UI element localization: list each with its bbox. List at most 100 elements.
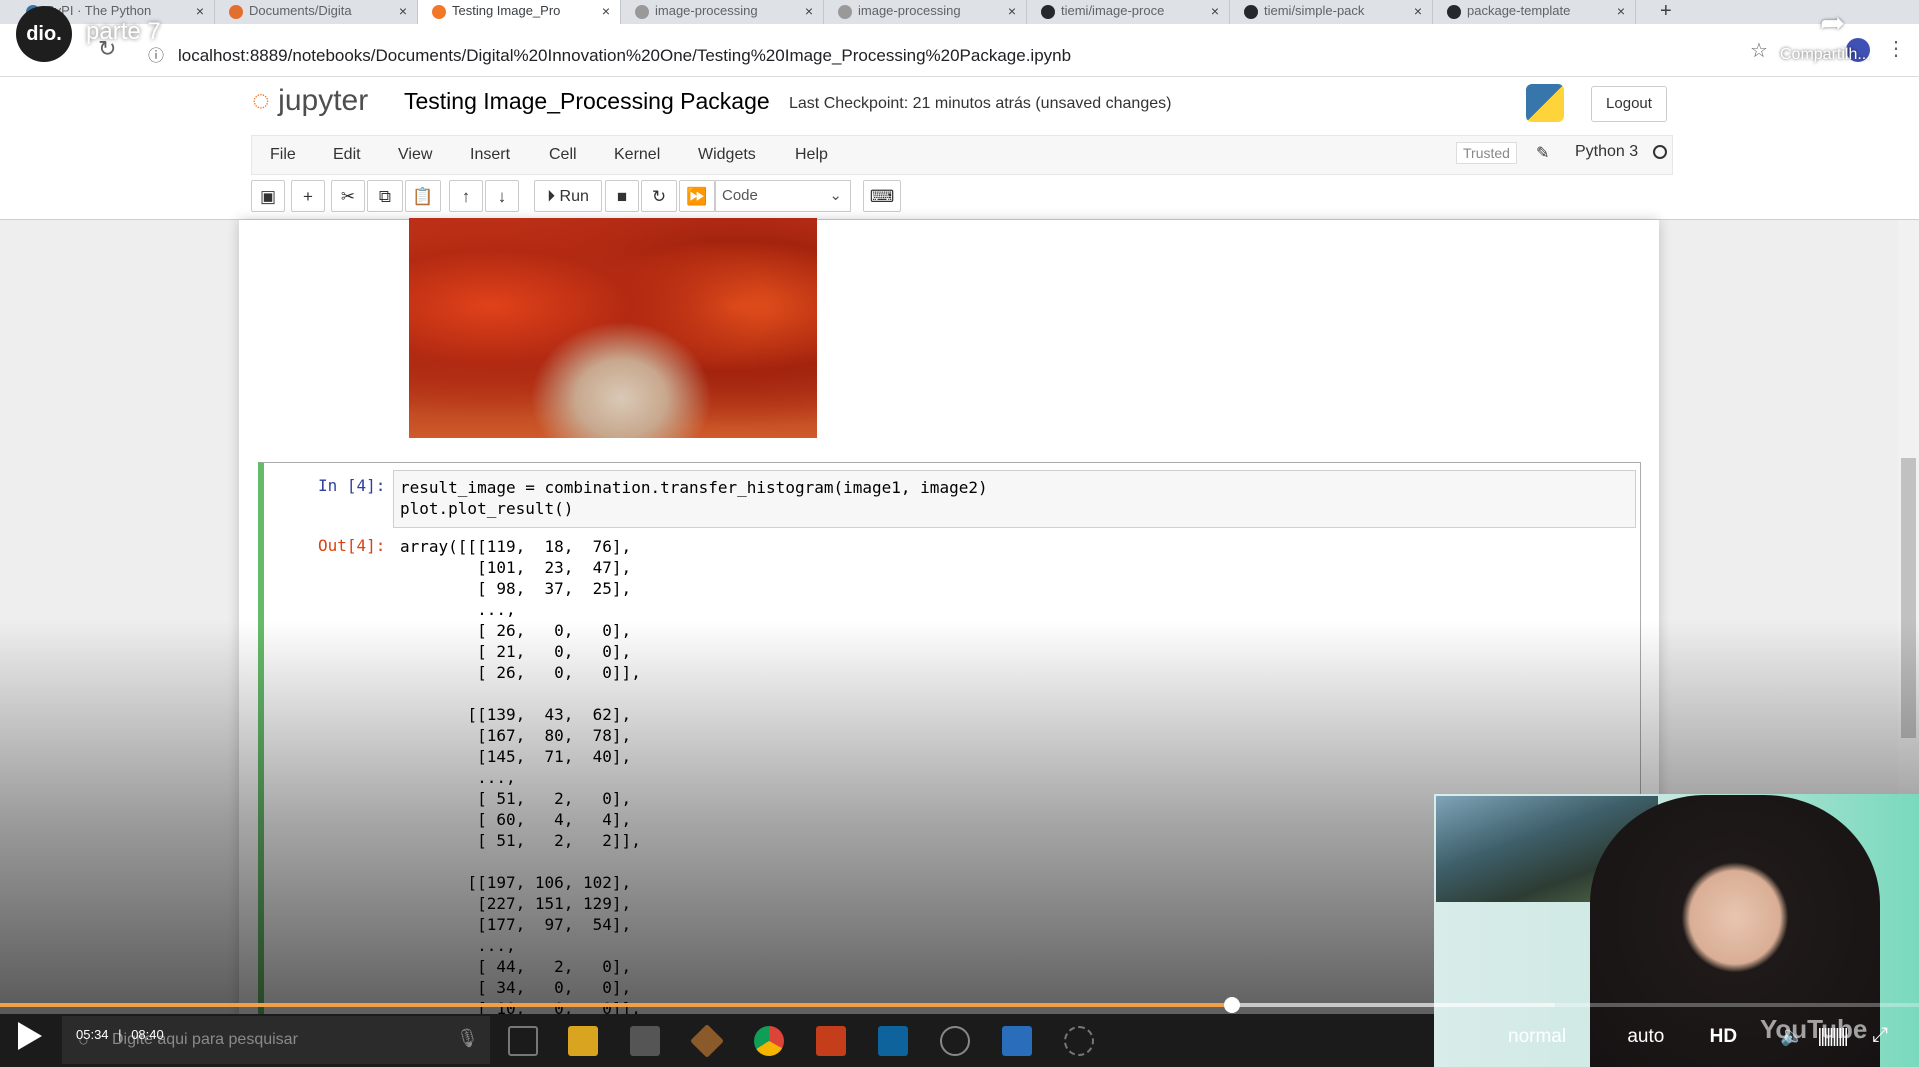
tab-label: Testing Image_Pro bbox=[452, 3, 561, 18]
cut-icon[interactable]: ✂ bbox=[331, 180, 365, 212]
browser-tab[interactable]: tiemi/simple-pack × bbox=[1230, 0, 1433, 24]
browser-tab[interactable]: image-processing × bbox=[824, 0, 1027, 24]
code-input[interactable]: result_image = combination.transfer_hist… bbox=[393, 470, 1636, 528]
tab-close-icon[interactable]: × bbox=[1008, 0, 1016, 22]
youtube-logo[interactable]: YouTube bbox=[1760, 1014, 1867, 1045]
current-time: 05:34 bbox=[76, 1027, 109, 1042]
tab-close-icon[interactable]: × bbox=[805, 0, 813, 22]
menu-insert[interactable]: Insert bbox=[470, 146, 510, 164]
tab-favicon-icon bbox=[1244, 5, 1258, 19]
tab-close-icon[interactable]: × bbox=[602, 0, 610, 22]
task-view-icon[interactable] bbox=[508, 1026, 538, 1056]
tab-close-icon[interactable]: × bbox=[399, 0, 407, 22]
menu-widgets[interactable]: Widgets bbox=[698, 146, 756, 164]
bookmark-star-icon[interactable]: ☆ bbox=[1750, 38, 1768, 63]
tab-close-icon[interactable]: × bbox=[1414, 0, 1422, 22]
chrome-icon[interactable] bbox=[754, 1026, 784, 1056]
browser-menu-icon[interactable]: ⋮ bbox=[1886, 36, 1906, 61]
play-button[interactable] bbox=[18, 1022, 42, 1050]
progress-played bbox=[0, 1003, 1232, 1007]
menu-cell[interactable]: Cell bbox=[549, 146, 577, 164]
browser-tab[interactable]: Testing Image_Pro × bbox=[418, 0, 621, 24]
save-icon[interactable]: ▣ bbox=[251, 180, 285, 212]
microphone-icon: 🎙 bbox=[456, 1028, 479, 1048]
autumn-forest-image bbox=[409, 218, 817, 438]
share-label[interactable]: Compartilh... bbox=[1780, 46, 1871, 64]
progress-scrubber[interactable] bbox=[1224, 997, 1240, 1013]
time-display: 05:34 | 08:40 bbox=[76, 1027, 164, 1042]
browser-tab[interactable]: tiemi/image-proce × bbox=[1027, 0, 1230, 24]
checkpoint-status: Last Checkpoint: 21 minutos atrás (unsav… bbox=[789, 95, 1172, 112]
menu-help[interactable]: Help bbox=[795, 146, 828, 164]
run-label: Run bbox=[559, 188, 589, 205]
jupyter-logo-icon: ◌ bbox=[252, 84, 270, 117]
fullscreen-icon[interactable]: ⤢ bbox=[1872, 1024, 1888, 1047]
trusted-badge[interactable]: Trusted bbox=[1456, 142, 1517, 164]
video-title[interactable]: parte 7 bbox=[86, 18, 161, 46]
file-explorer-icon[interactable] bbox=[568, 1026, 598, 1056]
browser-tab[interactable]: package-template × bbox=[1433, 0, 1636, 24]
tab-label: package-template bbox=[1467, 3, 1571, 18]
code-input-text[interactable]: result_image = combination.transfer_hist… bbox=[400, 477, 988, 519]
add-cell-icon[interactable]: + bbox=[291, 180, 325, 212]
tab-label: Documents/Digita bbox=[249, 3, 352, 18]
logout-button[interactable]: Logout bbox=[1591, 86, 1667, 122]
tab-favicon-icon bbox=[838, 5, 852, 19]
output-line: [101, 23, 47], bbox=[400, 558, 632, 577]
auto-option[interactable]: auto bbox=[1627, 1026, 1664, 1047]
menu-view[interactable]: View bbox=[398, 146, 432, 164]
tab-close-icon[interactable]: × bbox=[196, 0, 204, 22]
command-palette-keyboard-icon[interactable]: ⌨ bbox=[863, 180, 901, 212]
move-up-icon[interactable]: ↑ bbox=[449, 180, 483, 212]
app-round-icon[interactable] bbox=[1064, 1026, 1094, 1056]
tab-label: tiemi/image-proce bbox=[1061, 3, 1165, 18]
kernel-name: Python 3 bbox=[1575, 143, 1639, 160]
copy-icon[interactable]: ⧉ bbox=[367, 180, 403, 212]
browser-tab[interactable]: Documents/Digita × bbox=[215, 0, 418, 24]
obs-icon[interactable] bbox=[940, 1026, 970, 1056]
tab-close-icon[interactable]: × bbox=[1617, 0, 1625, 22]
browser-tab[interactable]: image-processing × bbox=[621, 0, 824, 24]
tab-favicon-icon bbox=[635, 5, 649, 19]
hd-option[interactable]: HD bbox=[1710, 1026, 1737, 1047]
restart-icon[interactable]: ↻ bbox=[641, 180, 677, 212]
edit-pencil-icon[interactable]: ✎ bbox=[1536, 143, 1549, 163]
notebook-title[interactable]: Testing Image_Processing Package bbox=[404, 88, 770, 115]
new-tab-icon[interactable]: + bbox=[1660, 0, 1672, 23]
url-text[interactable]: localhost:8889/notebooks/Documents/Digit… bbox=[178, 46, 1071, 66]
jupyter-logo[interactable]: ◌ jupyter bbox=[252, 84, 368, 118]
python-logo-icon bbox=[1526, 84, 1564, 122]
run-icon: ⏵ bbox=[547, 188, 556, 205]
menu-edit[interactable]: Edit bbox=[333, 146, 361, 164]
tab-favicon-icon bbox=[432, 5, 446, 19]
tab-close-icon[interactable]: × bbox=[1211, 0, 1219, 22]
output-line: array([[[119, 18, 76], bbox=[400, 537, 632, 556]
kernel-indicator: Python 3 bbox=[1575, 143, 1667, 161]
speed-option[interactable]: normal bbox=[1508, 1026, 1566, 1047]
output-line: ..., bbox=[400, 600, 516, 619]
jupyter-logo-text: jupyter bbox=[278, 84, 369, 117]
tab-favicon-icon bbox=[1447, 5, 1461, 19]
kernel-status-icon bbox=[1652, 144, 1667, 159]
restart-run-all-icon[interactable]: ⏩ bbox=[679, 180, 715, 212]
tab-favicon-icon bbox=[229, 5, 243, 19]
powerpoint-icon[interactable] bbox=[816, 1026, 846, 1056]
output-prompt: Out[4]: bbox=[318, 536, 386, 555]
store-icon[interactable] bbox=[630, 1026, 660, 1056]
paste-icon[interactable]: 📋 bbox=[405, 180, 441, 212]
tab-favicon-icon bbox=[1041, 5, 1055, 19]
menu-file[interactable]: File bbox=[270, 146, 296, 164]
output-line: [ 98, 37, 25], bbox=[400, 579, 632, 598]
menu-kernel[interactable]: Kernel bbox=[614, 146, 660, 164]
run-button[interactable]: ⏵ Run bbox=[534, 180, 602, 212]
move-down-icon[interactable]: ↓ bbox=[485, 180, 519, 212]
chevron-down-icon: ⌄ bbox=[829, 187, 842, 204]
tab-label: image-processing bbox=[858, 3, 961, 18]
duration: 08:40 bbox=[131, 1027, 164, 1042]
vscode-icon[interactable] bbox=[878, 1026, 908, 1056]
share-icon[interactable]: ➦ bbox=[1820, 6, 1845, 41]
cell-type-select[interactable]: Code ⌄ bbox=[715, 180, 851, 212]
interrupt-icon[interactable]: ■ bbox=[605, 180, 639, 212]
app-blue-icon[interactable] bbox=[1002, 1026, 1032, 1056]
channel-logo[interactable]: dio. bbox=[16, 6, 72, 62]
